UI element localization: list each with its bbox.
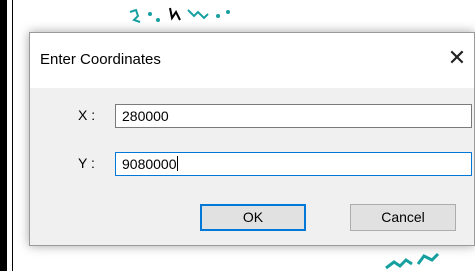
x-coordinate-input[interactable]: 280000	[115, 104, 472, 128]
ok-button[interactable]: OK	[200, 204, 306, 231]
map-feature-top	[129, 7, 230, 23]
x-coordinate-value: 280000	[122, 108, 169, 124]
y-coordinate-value: 9080000	[122, 156, 177, 172]
y-coordinate-input[interactable]: 9080000	[115, 152, 472, 176]
cancel-button[interactable]: Cancel	[350, 204, 456, 231]
x-label: X :	[78, 107, 96, 123]
dialog-titlebar: Enter Coordinates ✕	[30, 33, 474, 88]
map-feature-bottom	[385, 252, 440, 270]
y-label: Y :	[78, 155, 95, 171]
window-edge	[0, 0, 7, 271]
close-icon[interactable]: ✕	[442, 41, 472, 77]
window-edge-inner	[7, 0, 13, 271]
text-caret	[176, 156, 178, 171]
enter-coordinates-dialog: Enter Coordinates ✕ X : 280000 Y : 90800…	[29, 32, 475, 246]
dialog-title: Enter Coordinates	[40, 51, 161, 68]
